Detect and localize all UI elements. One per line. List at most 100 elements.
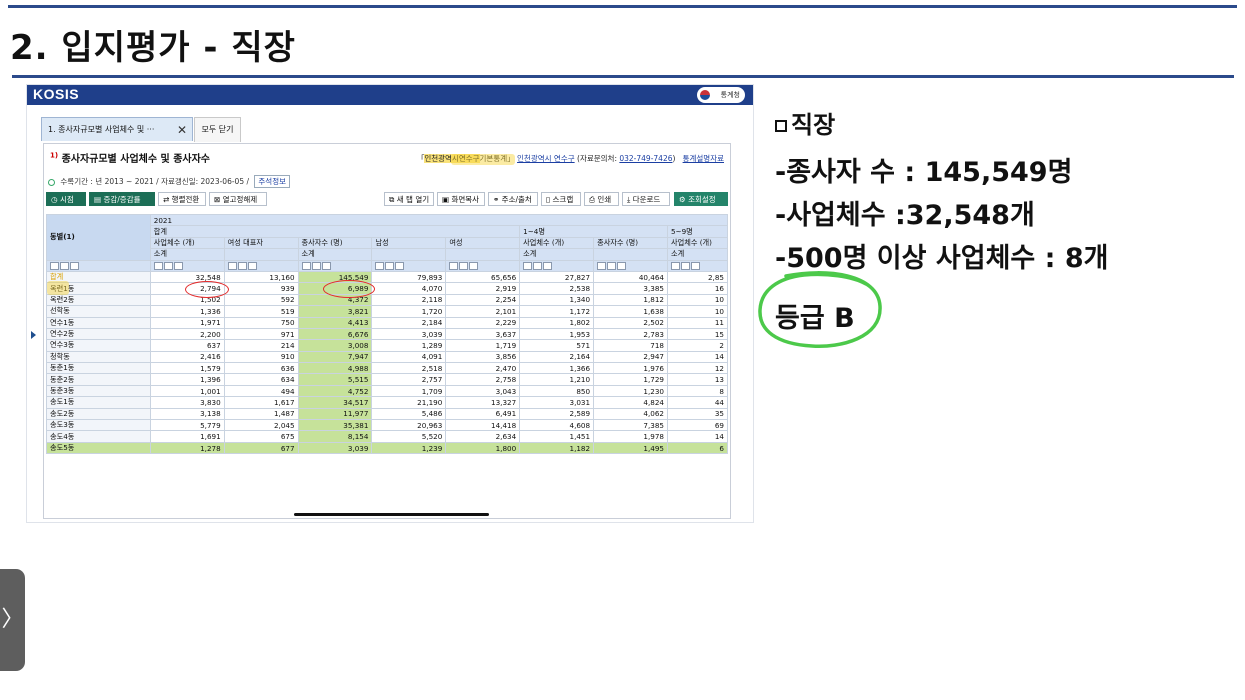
download-button[interactable]: ⤓ 다운로드: [622, 192, 670, 206]
expand-arrow-icon[interactable]: [31, 331, 36, 339]
sort-toggle-icon[interactable]: [247, 262, 257, 271]
sort-toggle-icon[interactable]: [597, 262, 607, 271]
table-row: 송도2동 3,138 1,487 11,977 5,486 6,491 2,589 4,062…: [46, 407, 728, 421]
table-cell: 27,827: [519, 270, 595, 284]
toolbar: ◷ 시점 ▤ 증감/증감률 ⇄ 행렬전환 ⊠ 열고정해제 ⧉ 새 탭 열기 ▣ …: [46, 192, 728, 208]
kosis-logo[interactable]: KOSIS: [33, 86, 79, 102]
sort-toggle-icon[interactable]: [70, 262, 79, 271]
sort-toggle-icon[interactable]: [173, 262, 183, 271]
unfix-column-label: 열고정해제: [222, 195, 258, 204]
sort-toggle-icon[interactable]: [543, 262, 553, 271]
phone-link[interactable]: 032-749-7426: [619, 154, 672, 163]
row-label: 연수3동: [46, 339, 151, 352]
table-cell: 1,719: [445, 339, 521, 352]
table-cell: 8,154: [297, 430, 373, 443]
sort-toggle-icon[interactable]: [533, 262, 543, 271]
table-cell: 6: [666, 441, 728, 455]
table-cell: 35,381: [297, 419, 373, 432]
sort-toggle-icon[interactable]: [395, 262, 405, 271]
statistics-korea-logo[interactable]: 통계청: [697, 87, 745, 103]
close-icon[interactable]: ✕: [177, 118, 187, 142]
stat-description-link[interactable]: 통계설명자료: [683, 154, 724, 163]
sort-toggle-icon[interactable]: [163, 262, 173, 271]
table-cell: 2,518: [371, 362, 447, 375]
slide-nav-button[interactable]: 〉: [0, 569, 25, 671]
sort-toggle-icon[interactable]: [321, 262, 331, 271]
table-row: 선학동 1,336 519 3,821 1,720 2,101 1,172 1,638 10: [46, 305, 728, 318]
row-label: 연수2동: [46, 327, 151, 341]
table-row: 연수1동 1,971 750 4,413 2,184 2,229 1,802 2,502 11: [46, 316, 728, 329]
sort-controls: [371, 259, 447, 272]
table-cell: 1,617: [223, 396, 299, 409]
sort-toggle-icon[interactable]: [670, 262, 680, 271]
taegeuk-icon: [700, 90, 710, 100]
table-cell: 2,101: [445, 305, 521, 318]
table-cell: 2: [666, 339, 728, 352]
sort-toggle-icon[interactable]: [459, 262, 469, 271]
contact-close: ): [672, 154, 676, 163]
table-cell: 910: [223, 350, 299, 364]
sort-toggle-icon[interactable]: [690, 262, 700, 271]
row-label: 동춘3동: [46, 384, 151, 398]
table-cell: 11: [666, 316, 728, 329]
sort-toggle-icon[interactable]: [385, 262, 395, 271]
table-cell: 11,977: [297, 407, 373, 421]
sort-toggle-icon[interactable]: [617, 262, 627, 271]
sort-toggle-icon[interactable]: [523, 262, 533, 271]
sort-controls: [46, 259, 151, 272]
title-footnote: 1): [50, 151, 59, 160]
row-label: 청학동: [46, 350, 151, 364]
point-in-time-button[interactable]: ◷ 시점: [46, 192, 86, 206]
subgroup-header: 사업체수 (개): [519, 236, 595, 250]
table-cell: 3,637: [445, 327, 521, 341]
tab-bar: 1. 종사자규모별 사업체수 및 ··· ✕ 모두 닫기: [37, 117, 753, 142]
screen-copy-button[interactable]: ▣ 화면복사: [437, 192, 485, 206]
sort-toggle-icon[interactable]: [311, 262, 321, 271]
sort-toggle-icon[interactable]: [237, 262, 247, 271]
sort-toggle-icon[interactable]: [227, 262, 237, 271]
grade-label: 등급 B: [775, 303, 855, 334]
scrap-button[interactable]: ▯ 스크랩: [541, 192, 581, 206]
table-cell: 850: [519, 384, 595, 398]
increase-rate-button[interactable]: ▤ 증감/증감률: [89, 192, 155, 206]
memo-button[interactable]: 주석정보: [254, 175, 290, 188]
sort-controls: [666, 259, 728, 272]
sort-toggle-icon[interactable]: [375, 262, 385, 271]
table-cell: 1,289: [371, 339, 447, 352]
data-table: 동별(1) 2021 합계 1~4명 5~9명 사업체수 (개) 여성 대표자 종사자수 (명…: [46, 214, 728, 455]
table-cell: 2,229: [445, 316, 521, 329]
sort-toggle-icon[interactable]: [50, 262, 59, 271]
subgroup-header: 사업체수 (개): [666, 236, 728, 250]
horizontal-scrollbar[interactable]: [294, 513, 489, 516]
leaf-header: [445, 248, 521, 261]
table-cell: 637: [149, 339, 225, 352]
tab-table[interactable]: 1. 종사자규모별 사업체수 및 ··· ✕: [41, 117, 193, 141]
employee-count-line: -종사자 수 : 145,549명: [775, 150, 1108, 189]
table-row: 청학동 2,416 910 7,947 4,091 3,856 2,164 2,947 14: [46, 350, 728, 364]
table-cell: 1,172: [519, 305, 595, 318]
sort-toggle-icon[interactable]: [607, 262, 617, 271]
table-cell: 79,893: [371, 270, 447, 284]
table-cell: 15: [666, 327, 728, 341]
table-cell: 1,800: [445, 441, 521, 455]
sort-toggle-icon[interactable]: [153, 262, 163, 271]
sort-toggle-icon[interactable]: [301, 262, 311, 271]
office-link[interactable]: 인천광역시 연수구: [517, 154, 575, 163]
sort-toggle-icon[interactable]: [60, 262, 69, 271]
new-tab-button[interactable]: ⧉ 새 탭 열기: [384, 192, 434, 206]
sort-toggle-icon[interactable]: [449, 262, 459, 271]
unfix-column-button[interactable]: ⊠ 열고정해제: [209, 192, 267, 206]
stub-header: 동별(1): [46, 214, 151, 261]
sort-controls: [297, 259, 373, 272]
print-button[interactable]: ⎙ 인쇄: [584, 192, 619, 206]
close-all-tabs-button[interactable]: 모두 닫기: [194, 117, 241, 142]
table-cell: 592: [223, 293, 299, 307]
sort-toggle-icon[interactable]: [469, 262, 479, 271]
settings-button[interactable]: ⚙ 조회설정: [674, 192, 728, 206]
url-source-button[interactable]: ⚭ 주소/출처: [488, 192, 538, 206]
transpose-button[interactable]: ⇄ 행렬전환: [158, 192, 206, 206]
scrap-label: 스크랩: [552, 195, 574, 204]
sort-controls: [149, 259, 225, 272]
sort-toggle-icon[interactable]: [680, 262, 690, 271]
table-cell: 636: [223, 362, 299, 375]
